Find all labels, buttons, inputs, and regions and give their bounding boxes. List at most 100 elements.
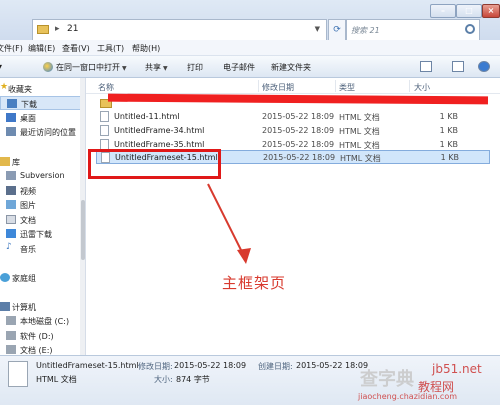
refresh-button[interactable]: ⟳ xyxy=(328,19,346,41)
chevron-down-icon[interactable]: ▼ xyxy=(315,25,320,33)
video-icon xyxy=(6,186,16,195)
column-divider[interactable] xyxy=(335,80,336,92)
sidebar-item-subversion[interactable]: Subversion xyxy=(0,169,85,183)
menu-edit[interactable]: 编辑(E) xyxy=(28,43,55,54)
column-name[interactable]: 名称 xyxy=(98,82,114,93)
file-date: 2015-05-22 18:09 xyxy=(262,126,335,135)
sidebar-item-xunlei[interactable]: 迅雷下载 xyxy=(0,227,85,241)
homegroup-icon xyxy=(0,273,10,282)
sidebar-item-label: 文档 xyxy=(20,216,36,225)
sidebar-item-music[interactable]: ♪ 音乐 xyxy=(0,242,85,256)
sidebar-item-recent[interactable]: 最近访问的位置 xyxy=(0,125,85,139)
sidebar-item-videos[interactable]: 视频 xyxy=(0,184,85,198)
menu-view[interactable]: 查看(V) xyxy=(62,43,90,54)
picture-icon xyxy=(6,200,16,209)
details-modified-label: 修改日期: xyxy=(138,362,173,371)
sidebar-item-desktop[interactable]: 桌面 xyxy=(0,111,85,125)
computer-icon xyxy=(0,302,10,311)
sidebar-item-label: 文档 (E:) xyxy=(20,346,53,355)
drive-icon xyxy=(6,345,16,354)
folder-icon xyxy=(37,25,49,34)
open-with-button[interactable]: 在同一窗口中打开 ▼ xyxy=(56,62,127,73)
file-size: 1 KB xyxy=(439,126,458,135)
minimize-button[interactable]: – xyxy=(430,4,456,18)
menu-tools[interactable]: 工具(T) xyxy=(97,43,124,54)
search-icon xyxy=(465,24,475,34)
library-icon xyxy=(0,157,10,166)
details-created-value: 2015-05-22 18:09 xyxy=(296,361,369,370)
watermark-site: jb51.net xyxy=(432,362,482,376)
html-file-icon xyxy=(100,125,109,136)
sidebar-scrollbar-thumb[interactable] xyxy=(81,200,85,260)
sidebar-item-drive-d[interactable]: 软件 (D:) xyxy=(0,329,85,343)
sidebar-item-documents[interactable]: 文档 xyxy=(0,213,85,227)
drive-icon xyxy=(6,331,16,340)
annotation-arrow xyxy=(207,183,251,264)
xunlei-icon xyxy=(6,229,16,238)
preview-pane-icon[interactable] xyxy=(452,61,464,72)
navigation-pane: ★ 收藏夹 下载 桌面 最近访问的位置 库 Subversion 视频 图片 文… xyxy=(0,78,86,355)
column-type[interactable]: 类型 xyxy=(339,82,355,93)
help-icon[interactable] xyxy=(478,61,490,72)
sidebar-item-label: 本地磁盘 (C:) xyxy=(20,317,70,326)
sidebar-item-label: 迅雷下载 xyxy=(20,230,52,239)
view-options-icon[interactable] xyxy=(420,61,432,72)
sidebar-item-libraries[interactable]: 库 xyxy=(0,155,85,169)
menu-help[interactable]: 帮助(H) xyxy=(132,43,160,54)
column-divider[interactable] xyxy=(409,80,410,92)
file-size: 1 KB xyxy=(439,140,458,149)
table-row[interactable]: UntitledFrame-34.html 2015-05-22 18:09 H… xyxy=(96,124,490,138)
file-size: 1 KB xyxy=(439,112,458,121)
breadcrumb-chevron-icon[interactable]: ▸ xyxy=(55,24,60,34)
column-size[interactable]: 大小 xyxy=(414,82,430,93)
sidebar-item-label: 家庭组 xyxy=(12,274,36,283)
details-filename: UntitledFrameset-15.html xyxy=(36,361,139,370)
sidebar-item-label: 视频 xyxy=(20,187,36,196)
sidebar-item-pictures[interactable]: 图片 xyxy=(0,198,85,212)
search-input[interactable]: 搜索 21 xyxy=(346,19,480,41)
highlight-box xyxy=(88,149,221,179)
watermark-url: jiaocheng.chazidian.com xyxy=(358,392,458,401)
table-row[interactable]: Untitled-11.html 2015-05-22 18:09 HTML 文… xyxy=(96,110,490,124)
menu-file[interactable]: 文件(F) xyxy=(0,43,23,54)
email-button[interactable]: 电子邮件 xyxy=(223,62,255,73)
print-button[interactable]: 打印 xyxy=(187,62,203,73)
watermark-brand: 查字典 xyxy=(360,369,414,390)
sidebar-item-computer[interactable]: 计算机 xyxy=(0,300,85,314)
column-date[interactable]: 修改日期 xyxy=(262,82,294,93)
new-folder-button[interactable]: 新建文件夹 xyxy=(271,62,311,73)
file-date: 2015-05-22 18:09 xyxy=(262,112,335,121)
file-type: HTML 文档 xyxy=(339,113,380,122)
sidebar-item-label: 音乐 xyxy=(20,245,36,254)
organize-button[interactable]: ▾ xyxy=(0,62,2,71)
file-name: Untitled-11.html xyxy=(114,112,180,121)
details-filetype: HTML 文档 xyxy=(36,375,77,384)
sidebar-item-label: 库 xyxy=(12,158,20,167)
sidebar-item-drive-e[interactable]: 文档 (E:) xyxy=(0,343,85,355)
share-label: 共享 xyxy=(145,63,161,72)
download-folder-icon xyxy=(7,99,17,108)
file-date: 2015-05-22 18:09 xyxy=(263,153,336,162)
sidebar-item-homegroup[interactable]: 家庭组 xyxy=(0,271,85,285)
close-button[interactable]: × xyxy=(482,4,500,18)
open-with-label: 在同一窗口中打开 xyxy=(56,63,120,72)
sidebar-item-label: 桌面 xyxy=(20,114,36,123)
breadcrumb-folder[interactable]: 21 xyxy=(67,24,78,34)
address-row: ▸ 21 ▼ ⟳ 搜索 21 – □ × xyxy=(0,0,500,41)
sidebar-item-label: 软件 (D:) xyxy=(20,332,54,341)
file-name: UntitledFrame-35.html xyxy=(114,140,205,149)
back-button[interactable] xyxy=(4,14,18,28)
column-divider[interactable] xyxy=(258,80,259,92)
sidebar-item-downloads[interactable]: 下载 xyxy=(0,96,85,110)
sidebar-item-label: 最近访问的位置 xyxy=(20,128,76,137)
sidebar-item-label: Subversion xyxy=(20,171,65,180)
sidebar-item-label: 下载 xyxy=(21,100,37,109)
details-modified-value: 2015-05-22 18:09 xyxy=(174,361,247,370)
document-icon xyxy=(6,215,16,224)
sidebar-item-favorites[interactable]: ★ 收藏夹 xyxy=(0,82,85,96)
column-header-row: 名称 修改日期 类型 大小 xyxy=(86,78,500,94)
sidebar-item-drive-c[interactable]: 本地磁盘 (C:) xyxy=(0,314,85,328)
address-bar[interactable]: ▸ 21 ▼ xyxy=(32,19,327,41)
share-button[interactable]: 共享 ▼ xyxy=(145,62,168,73)
maximize-button[interactable]: □ xyxy=(456,4,482,18)
